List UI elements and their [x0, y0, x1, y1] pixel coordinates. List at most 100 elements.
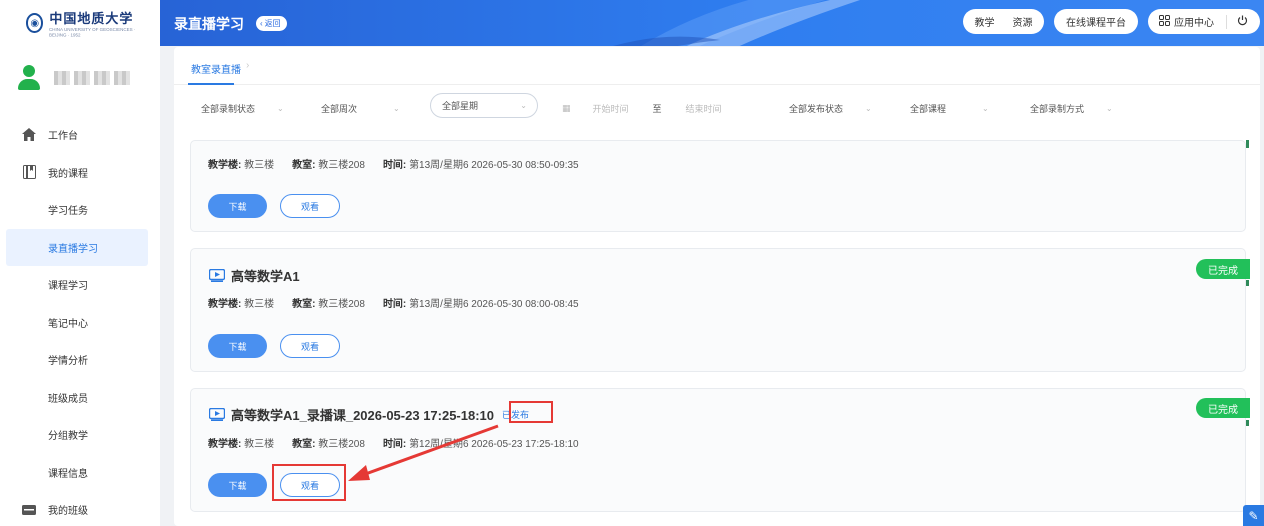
- teaching-resources-button[interactable]: 教学 资源: [963, 9, 1044, 34]
- filter-weekday[interactable]: 全部星期 ⌄: [430, 93, 538, 118]
- sidebar-item-label: 学情分析: [48, 356, 88, 368]
- video-play-icon: [209, 408, 225, 421]
- tab-bar: 教室录直播 ›: [174, 47, 1260, 85]
- sidebar-item-notes[interactable]: 笔记中心: [0, 304, 160, 342]
- room-label: 教室:: [292, 299, 316, 310]
- university-name: 中国地质大学: [49, 11, 134, 27]
- recording-card: 高等数学A1 教学楼: 教三楼 教室: 教三楼208 时间: 第13周/星期6 …: [190, 248, 1246, 372]
- sidebar-item-label: 课程信息: [48, 468, 88, 480]
- time-label: 时间:: [382, 160, 407, 171]
- sidebar-item-analytics[interactable]: 学情分析: [0, 341, 160, 379]
- sidebar-item-workbench[interactable]: 工作台: [0, 116, 160, 154]
- home-icon: [22, 128, 36, 142]
- course-title: 高等数学A1: [231, 269, 300, 284]
- class-icon: [22, 503, 36, 516]
- sidebar-menu: 工作台 我的课程 学习任务 录直播学习 课程学习 笔记中心 学情分析 班级成员 …: [0, 116, 160, 526]
- power-icon[interactable]: [1237, 15, 1248, 29]
- room-value: 教三楼208: [318, 299, 365, 310]
- room-label: 教室:: [292, 439, 316, 450]
- building-label: 教学楼:: [208, 299, 242, 310]
- filter-weekday-value: 全部星期: [442, 101, 479, 111]
- sidebar-item-label: 班级成员: [48, 393, 88, 405]
- chevron-right-icon: ›: [246, 60, 250, 71]
- time-value: 第13周/星期6 2026-05-30 08:00-08:45: [409, 299, 579, 310]
- app-grid-icon: [1159, 14, 1170, 29]
- filter-record-status[interactable]: 全部录制状态 ⌄: [201, 102, 284, 115]
- card-info: 教学楼: 教三楼 教室: 教三楼208 时间: 第13周/星期6 2026-05…: [208, 156, 579, 171]
- university-logo: ◉ 中国地质大学 CHINA UNIVERSITY OF GEOSCIENCES…: [0, 0, 160, 46]
- sidebar-item-label: 我的课程: [48, 168, 88, 180]
- back-arrow-icon: ‹: [260, 19, 263, 28]
- annotation-arrow: [348, 424, 499, 481]
- app-center-button[interactable]: 应用中心: [1148, 9, 1260, 34]
- edit-note-icon[interactable]: ✎: [1243, 505, 1264, 526]
- tab-classroom-recording[interactable]: 教室录直播: [191, 61, 241, 76]
- filter-record-status-value: 全部录制状态: [201, 104, 256, 114]
- sidebar-item-group-teaching[interactable]: 分组教学: [0, 416, 160, 454]
- filter-publish-status-value: 全部发布状态: [789, 104, 844, 114]
- highlight-box-watch: [272, 464, 346, 501]
- building-label: 教学楼:: [208, 439, 242, 450]
- back-label: 返回: [264, 19, 281, 28]
- download-button[interactable]: 下载: [208, 194, 267, 218]
- time-range-separator: 至: [652, 104, 662, 114]
- sidebar-item-course-info[interactable]: 课程信息: [0, 454, 160, 492]
- avatar-icon: [18, 65, 40, 91]
- video-play-icon: [209, 269, 225, 282]
- start-time-input[interactable]: 开始时间: [593, 102, 629, 115]
- university-name-en: CHINA UNIVERSITY OF GEOSCIENCES · BEIJIN…: [49, 27, 136, 38]
- card-title: 高等数学A1: [209, 266, 300, 285]
- building-value: 教三楼: [244, 160, 275, 171]
- download-button[interactable]: 下载: [208, 334, 267, 358]
- sidebar-item-class-members[interactable]: 班级成员: [0, 379, 160, 417]
- online-course-platform-button[interactable]: 在线课程平台: [1054, 9, 1138, 34]
- filter-record-mode[interactable]: 全部录制方式 ⌄: [1030, 102, 1113, 115]
- sidebar-item-label: 工作台: [48, 131, 78, 143]
- sidebar-item-tasks[interactable]: 学习任务: [0, 191, 160, 229]
- recording-card: 教学楼: 教三楼 教室: 教三楼208 时间: 第13周/星期6 2026-05…: [190, 140, 1246, 232]
- filter-week-number[interactable]: 全部周次 ⌄: [321, 102, 400, 115]
- sidebar-item-label: 分组教学: [48, 431, 88, 443]
- header-decoration: [613, 0, 860, 46]
- time-label: 时间:: [382, 299, 407, 310]
- chevron-down-icon: ⌄: [393, 104, 400, 113]
- sidebar-item-label: 我的班级: [48, 506, 88, 518]
- sidebar-item-label: 笔记中心: [48, 318, 88, 330]
- calendar-icon: ▦: [562, 103, 571, 113]
- filter-bar: 全部录制状态 ⌄ 全部周次 ⌄ 全部星期 ⌄ ▦ 开始时间 至 结束时间 全部发布状态…: [174, 85, 1260, 135]
- university-seal-icon: ◉: [26, 13, 44, 33]
- status-badge-completed: 已完成: [1196, 259, 1250, 279]
- sidebar: ◉ 中国地质大学 CHINA UNIVERSITY OF GEOSCIENCES…: [0, 0, 160, 526]
- filter-week-number-value: 全部周次: [321, 104, 358, 114]
- user-profile[interactable]: [0, 50, 160, 106]
- sidebar-item-my-courses[interactable]: 我的课程: [0, 154, 160, 192]
- filter-publish-status[interactable]: 全部发布状态 ⌄: [789, 102, 872, 115]
- watch-button[interactable]: 观看: [280, 194, 340, 218]
- chevron-down-icon: ⌄: [982, 104, 989, 113]
- room-value: 教三楼208: [318, 160, 365, 171]
- page-title: 录直播学习: [174, 16, 244, 32]
- download-button[interactable]: 下载: [208, 473, 267, 497]
- sidebar-item-label: 课程学习: [48, 281, 88, 293]
- resource-label[interactable]: 资源: [1013, 14, 1033, 29]
- scrollbar[interactable]: [1246, 140, 1250, 520]
- chevron-down-icon: ⌄: [865, 104, 872, 113]
- filter-record-mode-value: 全部录制方式: [1030, 104, 1085, 114]
- top-header: 录直播学习 ‹ 返回 教学 资源 在线课程平台 应用中心: [160, 0, 1264, 46]
- time-value: 第13周/星期6 2026-05-30 08:50-09:35: [409, 160, 579, 171]
- sidebar-item-my-class[interactable]: 我的班级: [0, 491, 160, 526]
- chevron-down-icon: ⌄: [520, 101, 527, 110]
- building-label: 教学楼:: [208, 160, 242, 171]
- sidebar-item-course-learning[interactable]: 课程学习: [0, 266, 160, 304]
- watch-button[interactable]: 观看: [280, 334, 340, 358]
- filter-course-value: 全部课程: [910, 104, 947, 114]
- card-info: 教学楼: 教三楼 教室: 教三楼208 时间: 第13周/星期6 2026-05…: [208, 295, 579, 310]
- sidebar-item-label: 学习任务: [48, 206, 88, 218]
- end-time-input[interactable]: 结束时间: [686, 102, 722, 115]
- room-label: 教室:: [292, 160, 316, 171]
- back-button[interactable]: ‹ 返回: [256, 16, 287, 31]
- sidebar-item-recording-learning[interactable]: 录直播学习: [6, 228, 148, 266]
- teach-label[interactable]: 教学: [975, 14, 995, 29]
- sidebar-item-label: 录直播学习: [48, 243, 98, 255]
- filter-course[interactable]: 全部课程 ⌄: [910, 102, 989, 115]
